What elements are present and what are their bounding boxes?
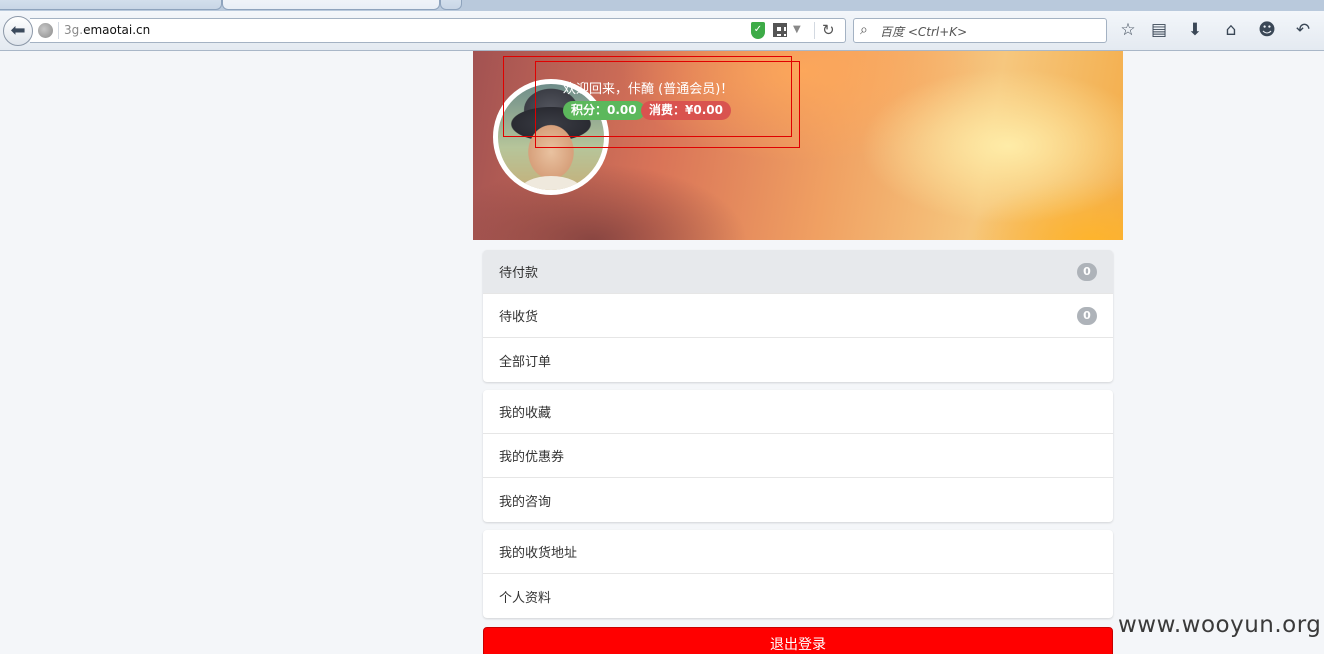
shield-icon[interactable]: ✓ <box>751 22 765 39</box>
back-button[interactable]: ⬅ <box>3 16 33 46</box>
count-badge: 0 <box>1077 262 1097 281</box>
menu-item-all-orders[interactable]: 全部订单 <box>483 338 1113 382</box>
spend-badge: 消费：¥0.00 <box>641 101 731 120</box>
menu-item-pending-receipt[interactable]: 待收货 0 <box>483 294 1113 338</box>
url-prefix: 3g. <box>64 23 84 37</box>
watermark: www.wooyun.org <box>1118 612 1322 638</box>
menu-item-coupons[interactable]: 我的优惠券 <box>483 434 1113 478</box>
profile-header: 欢迎回来，佧醃 (普通会员)！ 积分：0.00 消费：¥0.00 <box>473 51 1123 240</box>
welcome-text: 欢迎回来，佧醃 (普通会员)！ <box>563 82 734 97</box>
qrcode-icon[interactable] <box>773 23 787 37</box>
tab-strip <box>0 0 1324 11</box>
url-separator <box>814 22 815 39</box>
new-tab-button[interactable] <box>440 0 462 10</box>
address-bar[interactable]: 3g.emaotai.cn ✓ ▼ ↻ <box>30 18 846 43</box>
count-badge: 0 <box>1077 306 1097 325</box>
download-icon[interactable]: ⬇ <box>1184 19 1206 41</box>
menu-item-label: 我的优惠券 <box>499 450 565 465</box>
browser-tab-1[interactable] <box>0 0 222 10</box>
orders-card: 待付款 0 待收货 0 全部订单 <box>483 250 1113 382</box>
menu-item-pending-payment[interactable]: 待付款 0 <box>483 250 1113 294</box>
avatar-shirt <box>520 176 582 190</box>
url-text[interactable]: 3g.emaotai.cn <box>64 23 150 37</box>
menu-item-label: 我的收藏 <box>499 406 552 421</box>
account-card: 我的收货地址 个人资料 <box>483 530 1113 618</box>
menu-item-label: 待付款 <box>499 266 539 281</box>
undo-icon[interactable]: ↶ <box>1292 19 1314 41</box>
browser-tab-2[interactable] <box>222 0 440 10</box>
menu-item-label: 待收货 <box>499 310 539 325</box>
browser-toolbar: 3g.emaotai.cn ✓ ▼ ↻ ⬅ ⌕ 百度 <Ctrl+K> ☆ ▤ … <box>0 11 1324 51</box>
globe-icon <box>38 23 53 38</box>
menu-item-label: 个人资料 <box>499 590 552 606</box>
menu-item-addresses[interactable]: 我的收货地址 <box>483 530 1113 574</box>
search-icon: ⌕ <box>860 22 868 38</box>
back-arrow-icon: ⬅ <box>10 20 26 41</box>
chat-icon[interactable]: ☻ <box>1256 19 1278 41</box>
dropdown-arrow-icon[interactable]: ▼ <box>793 24 801 35</box>
url-host: emaotai.cn <box>83 23 151 37</box>
url-separator <box>58 22 59 39</box>
favorites-card: 我的收藏 我的优惠券 我的咨询 <box>483 390 1113 522</box>
menu-item-inquiries[interactable]: 我的咨询 <box>483 478 1113 522</box>
menu-item-profile[interactable]: 个人资料 <box>483 574 1113 618</box>
menu-item-favorites[interactable]: 我的收藏 <box>483 390 1113 434</box>
menu-item-label: 我的咨询 <box>499 494 552 510</box>
points-badge: 积分：0.00 <box>563 101 645 120</box>
reload-icon[interactable]: ↻ <box>822 21 835 39</box>
home-icon[interactable]: ⌂ <box>1220 19 1242 41</box>
bookmarks-list-icon[interactable]: ▤ <box>1148 19 1170 41</box>
search-placeholder: 百度 <Ctrl+K> <box>880 25 968 39</box>
menu-item-label: 我的收货地址 <box>499 546 578 561</box>
bookmark-star-icon[interactable]: ☆ <box>1117 19 1139 41</box>
search-bar[interactable]: ⌕ 百度 <Ctrl+K> <box>853 18 1107 43</box>
menu-item-label: 全部订单 <box>499 354 552 370</box>
logout-button[interactable]: 退出登录 <box>483 627 1113 654</box>
